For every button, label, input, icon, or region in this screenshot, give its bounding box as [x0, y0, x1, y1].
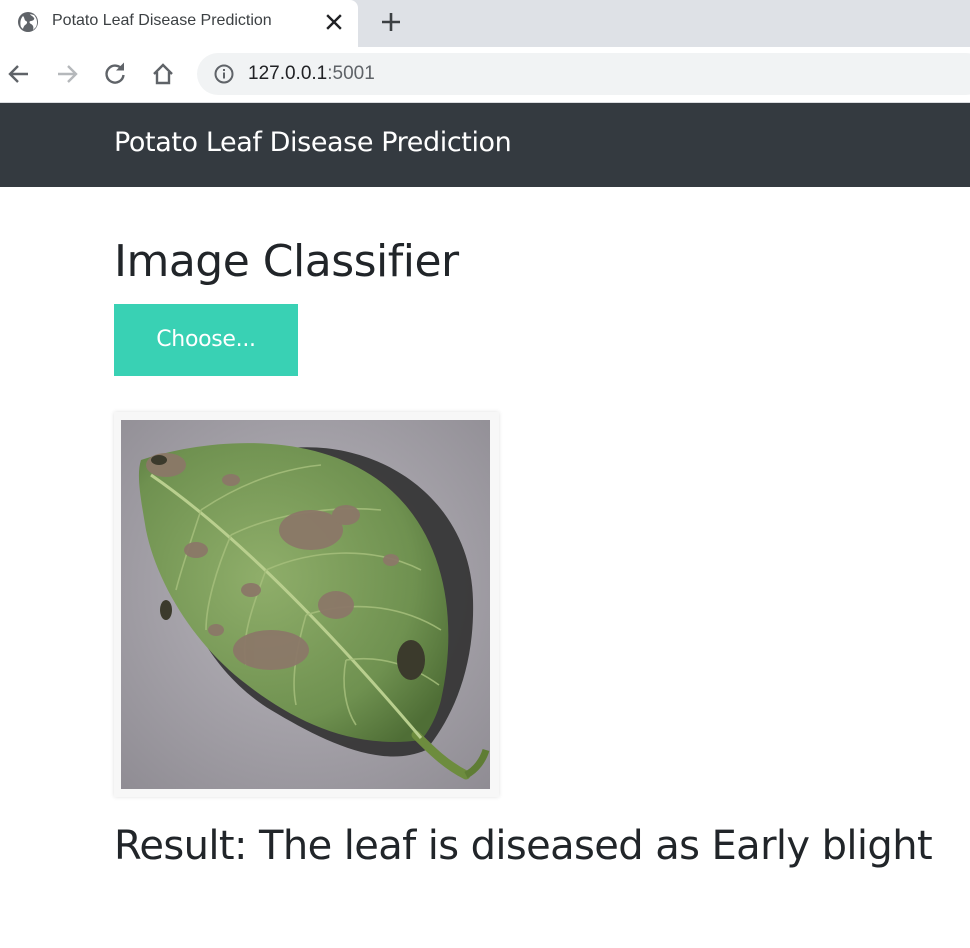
globe-icon: [18, 12, 38, 32]
tab-title: Potato Leaf Disease Prediction: [52, 12, 272, 29]
prediction-result: Result: The leaf is diseased as Early bl…: [114, 823, 933, 869]
browser-toolbar: 127.0.0.1:5001: [0, 47, 970, 103]
close-icon[interactable]: [322, 10, 346, 34]
page-title: Image Classifier: [114, 236, 459, 287]
navbar: Potato Leaf Disease Prediction: [0, 103, 970, 187]
tab-strip: Potato Leaf Disease Prediction: [0, 0, 970, 47]
browser-tab[interactable]: Potato Leaf Disease Prediction: [0, 0, 358, 47]
home-icon[interactable]: [150, 61, 176, 87]
back-arrow-icon[interactable]: [6, 61, 32, 87]
plus-icon[interactable]: [378, 9, 404, 35]
url-text[interactable]: 127.0.0.1:5001: [248, 63, 375, 85]
reload-icon[interactable]: [102, 61, 128, 87]
leaf-image: [121, 420, 490, 789]
url-port: :5001: [327, 63, 375, 84]
choose-file-button[interactable]: Choose...: [114, 304, 298, 376]
address-bar[interactable]: 127.0.0.1:5001: [197, 53, 970, 95]
info-icon[interactable]: [213, 63, 235, 85]
image-preview: [114, 412, 499, 797]
navbar-brand[interactable]: Potato Leaf Disease Prediction: [114, 127, 512, 158]
url-host: 127.0.0.1: [248, 63, 328, 84]
forward-arrow-icon[interactable]: [54, 61, 80, 87]
